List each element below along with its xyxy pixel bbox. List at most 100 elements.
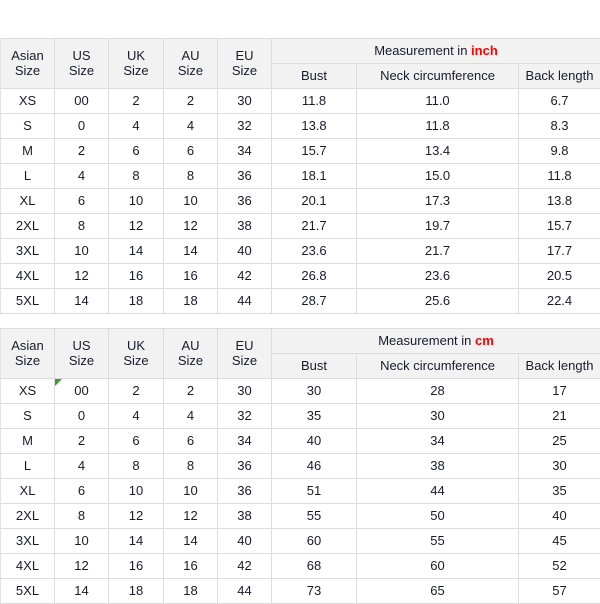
cell-back-length: 45 — [519, 529, 600, 554]
cell-us-size: 6 — [55, 479, 109, 504]
cell-bust: 51 — [272, 479, 357, 504]
cell-neck-circumference: 13.4 — [357, 139, 519, 164]
table-row: XS002230302817 — [1, 379, 600, 404]
cell-uk-size: 4 — [109, 404, 164, 429]
cell-us-size: 2 — [55, 139, 109, 164]
cell-bust: 30 — [272, 379, 357, 404]
cell-neck-circumference: 60 — [357, 554, 519, 579]
table-row: M26634403425 — [1, 429, 600, 454]
cell-bust: 11.8 — [272, 89, 357, 114]
cell-asian-size: L — [1, 454, 55, 479]
inch-table-head: Asian Size US Size UK Size AU Size — [1, 39, 600, 89]
size-table-cm: Asian Size US Size UK Size AU Size — [0, 328, 600, 604]
cell-uk-size: 8 — [109, 454, 164, 479]
cell-uk-size: 10 — [109, 479, 164, 504]
table-row: 4XL1216164226.823.620.5 — [1, 264, 600, 289]
cell-uk-size: 14 — [109, 529, 164, 554]
cell-bust: 20.1 — [272, 189, 357, 214]
cell-eu-size: 40 — [218, 529, 272, 554]
header-uk-size: UK Size — [109, 39, 164, 89]
table-row: M2663415.713.49.8 — [1, 139, 600, 164]
cell-back-length: 40 — [519, 504, 600, 529]
cell-neck-circumference: 15.0 — [357, 164, 519, 189]
cell-us-size: 00 — [55, 89, 109, 114]
cell-eu-size: 30 — [218, 379, 272, 404]
cell-eu-size: 30 — [218, 89, 272, 114]
header-asian-size-line2: Size — [1, 354, 54, 369]
cell-back-length: 15.7 — [519, 214, 600, 239]
header-asian-size: Asian Size — [1, 39, 55, 89]
cell-neck-circumference: 44 — [357, 479, 519, 504]
inch-header-row-top: Asian Size US Size UK Size AU Size — [1, 39, 600, 64]
cell-back-length: 17.7 — [519, 239, 600, 264]
cell-back-length: 6.7 — [519, 89, 600, 114]
cell-eu-size: 32 — [218, 114, 272, 139]
cell-uk-size: 12 — [109, 504, 164, 529]
cell-us-size: 2 — [55, 429, 109, 454]
cm-table-body: XS002230302817S04432353021M26634403425L4… — [1, 379, 600, 604]
cell-au-size: 2 — [164, 89, 218, 114]
table-row: XS00223011.811.06.7 — [1, 89, 600, 114]
cell-neck-circumference: 19.7 — [357, 214, 519, 239]
header-au-size-line2: Size — [164, 354, 217, 369]
cell-eu-size: 36 — [218, 454, 272, 479]
cell-au-size: 12 — [164, 214, 218, 239]
cell-asian-size: 3XL — [1, 529, 55, 554]
cell-asian-size: 2XL — [1, 504, 55, 529]
cell-uk-size: 6 — [109, 429, 164, 454]
cell-uk-size: 16 — [109, 264, 164, 289]
cell-au-size: 6 — [164, 139, 218, 164]
cell-au-size: 4 — [164, 114, 218, 139]
header-neck-inch: Neck circumference — [357, 64, 519, 89]
size-chart-page: Asian Size US Size UK Size AU Size — [0, 0, 600, 600]
table-row: S0443213.811.88.3 — [1, 114, 600, 139]
cell-asian-size: 4XL — [1, 264, 55, 289]
cell-neck-circumference: 17.3 — [357, 189, 519, 214]
cm-header-row-top: Asian Size US Size UK Size AU Size — [1, 329, 600, 354]
cell-bust: 68 — [272, 554, 357, 579]
table-row: 5XL1418184428.725.622.4 — [1, 289, 600, 314]
cell-bust: 26.8 — [272, 264, 357, 289]
header-au-size: AU Size — [164, 39, 218, 89]
cell-uk-size: 14 — [109, 239, 164, 264]
header-asian-size-line1: Asian — [1, 339, 54, 354]
cell-back-length: 20.5 — [519, 264, 600, 289]
cell-au-size: 2 — [164, 379, 218, 404]
inch-table-body: XS00223011.811.06.7S0443213.811.88.3M266… — [1, 89, 600, 314]
header-uk-size-line2: Size — [109, 354, 163, 369]
cell-asian-size: XS — [1, 89, 55, 114]
cell-asian-size: 2XL — [1, 214, 55, 239]
header-us-size-line2: Size — [55, 354, 108, 369]
header-eu-size-line2: Size — [218, 354, 271, 369]
cell-eu-size: 44 — [218, 289, 272, 314]
cell-asian-size: M — [1, 429, 55, 454]
cell-neck-circumference: 11.0 — [357, 89, 519, 114]
cell-bust: 15.7 — [272, 139, 357, 164]
header-au-size: AU Size — [164, 329, 218, 379]
cell-eu-size: 38 — [218, 214, 272, 239]
header-asian-size-line1: Asian — [1, 49, 54, 64]
cell-back-length: 30 — [519, 454, 600, 479]
cell-back-length: 13.8 — [519, 189, 600, 214]
cell-back-length: 9.8 — [519, 139, 600, 164]
cell-au-size: 8 — [164, 454, 218, 479]
header-eu-size-line1: EU — [218, 49, 271, 64]
table-row: XL6101036514435 — [1, 479, 600, 504]
header-uk-size-line2: Size — [109, 64, 163, 79]
header-back-inch: Back length — [519, 64, 600, 89]
cell-bust: 60 — [272, 529, 357, 554]
header-au-size-line2: Size — [164, 64, 217, 79]
size-table-inch: Asian Size US Size UK Size AU Size — [0, 38, 600, 314]
cell-neck-circumference: 28 — [357, 379, 519, 404]
cell-uk-size: 12 — [109, 214, 164, 239]
cell-us-size: 8 — [55, 504, 109, 529]
header-eu-size: EU Size — [218, 329, 272, 379]
cell-eu-size: 34 — [218, 429, 272, 454]
header-back-cm: Back length — [519, 354, 600, 379]
header-au-size-line1: AU — [164, 49, 217, 64]
cell-asian-size: 5XL — [1, 289, 55, 314]
cell-au-size: 8 — [164, 164, 218, 189]
cell-bust: 28.7 — [272, 289, 357, 314]
cell-asian-size: XS — [1, 379, 55, 404]
header-uk-size: UK Size — [109, 329, 164, 379]
